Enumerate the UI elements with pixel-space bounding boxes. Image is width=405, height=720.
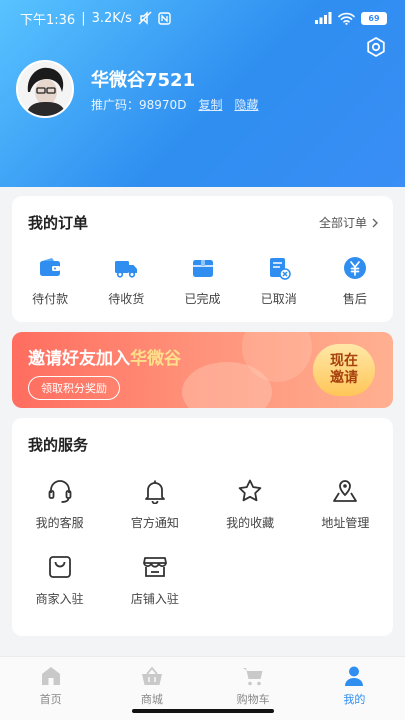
service-merchant-join-label: 商家入驻 — [35, 592, 84, 606]
wallet-icon — [40, 258, 61, 276]
tab-cart-label: 购物车 — [236, 693, 270, 706]
store-icon — [142, 557, 167, 577]
battery-indicator: 69 — [361, 11, 387, 25]
status-bar: 下午1:36 | 3.2K/s 69 — [0, 0, 405, 36]
cart-icon — [243, 668, 263, 686]
invite-banner[interactable]: 邀请好友加入华微谷 领取积分奖励 现在 邀请 — [12, 332, 393, 408]
service-customer-support-label: 我的客服 — [35, 516, 84, 530]
order-after-sales[interactable]: 售后 — [317, 256, 393, 307]
order-pending-payment[interactable]: 待付款 — [12, 256, 88, 307]
service-store-join-label: 店铺入驻 — [130, 592, 179, 606]
map-pin-icon — [333, 480, 358, 502]
services-card: 我的服务 我的客服 官方通知 我的收藏 地址管理 商家入驻 店铺入驻 — [12, 418, 393, 636]
bell-icon — [144, 480, 165, 504]
order-pending-payment-label: 待付款 — [32, 292, 69, 306]
mute-icon — [138, 11, 152, 25]
home-icon — [41, 667, 60, 685]
tab-mine-label: 我的 — [343, 693, 366, 706]
invite-banner-title: 邀请好友加入华微谷 — [28, 349, 181, 369]
tab-mall-label: 商城 — [140, 693, 163, 706]
all-orders-link[interactable]: 全部订单 — [319, 214, 379, 231]
orders-card: 我的订单 全部订单 待付款 待收货 已完成 已取消 售后 — [12, 196, 393, 322]
service-favorites[interactable]: 我的收藏 — [203, 478, 298, 554]
order-completed[interactable]: 已完成 — [164, 256, 240, 307]
status-time: 下午1:36 — [20, 12, 76, 28]
tab-mine[interactable]: 我的 — [304, 657, 405, 720]
services-title: 我的服务 — [28, 436, 89, 454]
yen-icon — [343, 257, 366, 279]
service-address-management[interactable]: 地址管理 — [298, 478, 393, 554]
tab-home-label: 首页 — [39, 693, 62, 706]
cancel-doc-icon — [269, 258, 291, 280]
username: 华微谷7521 — [91, 70, 196, 91]
reward-points-pill[interactable]: 领取积分奖励 — [28, 376, 120, 400]
truck-icon — [115, 261, 138, 278]
headset-icon — [48, 480, 72, 503]
avatar-portrait-icon — [18, 62, 72, 116]
bag-icon — [48, 556, 71, 578]
order-completed-label: 已完成 — [184, 292, 221, 306]
nfc-icon — [158, 11, 171, 25]
order-cancelled[interactable]: 已取消 — [241, 256, 317, 307]
signal-icon — [315, 12, 332, 24]
service-favorites-label: 我的收藏 — [226, 516, 275, 530]
chevron-right-icon — [372, 218, 378, 227]
settings-gear-icon[interactable] — [365, 36, 387, 58]
order-after-sales-label: 售后 — [342, 292, 367, 306]
service-merchant-join[interactable]: 商家入驻 — [12, 554, 107, 630]
order-pending-receipt-label: 待收货 — [108, 292, 145, 306]
user-icon — [345, 666, 364, 686]
service-official-notice[interactable]: 官方通知 — [107, 478, 202, 554]
order-pending-receipt[interactable]: 待收货 — [88, 256, 164, 307]
service-address-management-label: 地址管理 — [321, 516, 370, 530]
status-speed: 3.2K/s — [91, 10, 132, 26]
hide-link[interactable]: 隐藏 — [234, 96, 258, 113]
wifi-icon — [338, 12, 355, 25]
service-customer-support[interactable]: 我的客服 — [12, 478, 107, 554]
orders-title: 我的订单 — [28, 214, 89, 232]
star-icon — [238, 479, 262, 502]
promo-code-row: 推广码：98970D 复制 隐藏 — [91, 96, 258, 113]
service-store-join[interactable]: 店铺入驻 — [107, 554, 202, 630]
home-indicator[interactable] — [132, 709, 274, 713]
promo-code-label: 推广码： — [91, 98, 140, 112]
invite-now-button[interactable]: 现在 邀请 — [313, 344, 375, 396]
copy-link[interactable]: 复制 — [198, 96, 222, 113]
order-cancelled-label: 已取消 — [260, 292, 297, 306]
promo-code-value: 98970D — [139, 98, 187, 112]
avatar[interactable] — [16, 60, 74, 118]
tab-home[interactable]: 首页 — [0, 657, 101, 720]
basket-icon — [141, 666, 162, 685]
box-icon — [192, 260, 213, 277]
service-official-notice-label: 官方通知 — [130, 516, 179, 530]
